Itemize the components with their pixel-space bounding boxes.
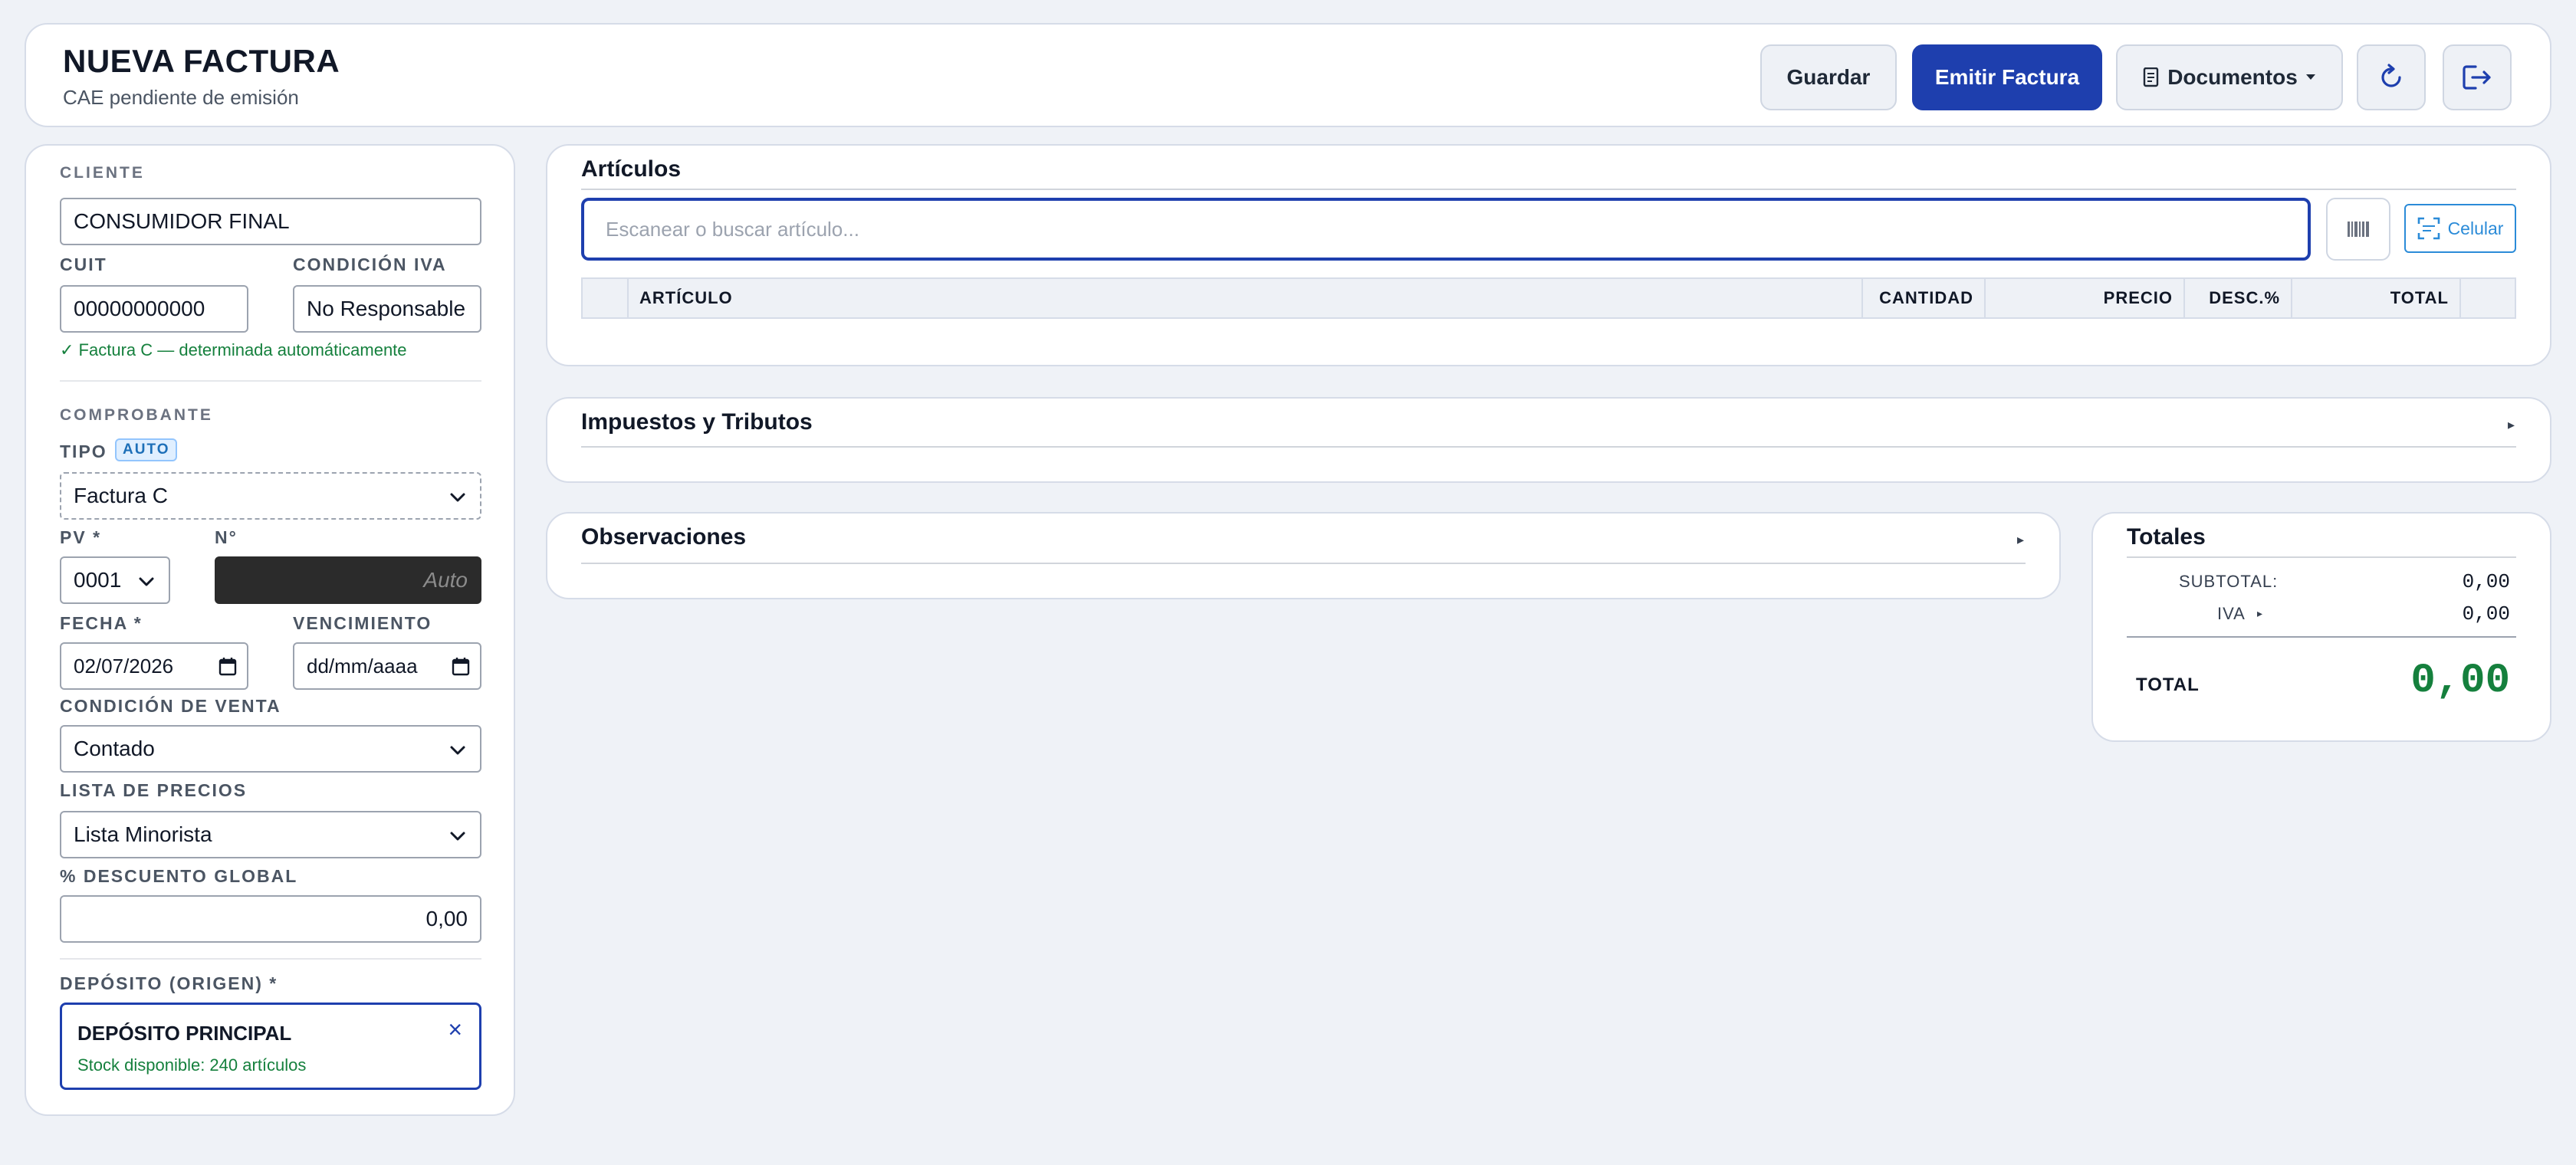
divider [581,189,2516,190]
articles-title: Artículos [581,156,682,182]
auto-invoice-type-message: ✓ Factura C — determinada automáticament… [60,340,407,359]
price-list-value: Lista Minorista [74,822,212,846]
invoice-type-value: Factura C [74,484,168,507]
deposit-stock: Stock disponible: 240 artículos [77,1055,307,1075]
due-date-label: VENCIMIENTO [293,613,432,633]
iva-condition-field[interactable]: No Responsable [293,285,481,333]
emit-invoice-button[interactable]: Emitir Factura [1912,44,2102,110]
column-header-quantity[interactable]: CANTIDAD [1863,279,1986,317]
number-label: N° [215,527,238,547]
calendar-icon[interactable] [451,656,471,678]
page-subtitle: CAE pendiente de emisión [63,86,299,109]
notes-section[interactable]: Observaciones ▸ [546,512,2061,599]
article-search-input[interactable]: Escanear o buscar artículo... [581,198,2311,261]
price-list-select[interactable]: Lista Minorista [60,811,481,858]
calendar-icon[interactable] [218,656,238,678]
divider [2127,636,2516,638]
due-date-input[interactable]: dd/mm/aaaa [293,642,481,690]
logout-icon [2463,65,2491,90]
pv-value: 0001 [74,568,122,592]
taxes-title: Impuestos y Tributos [581,409,813,435]
chevron-down-icon [450,493,465,502]
type-label: TIPO [60,441,107,461]
auto-badge: AUTO [115,438,178,461]
iva-value: 0,00 [2462,602,2510,625]
voucher-section-label: COMPROBANTE [60,406,213,424]
total-label: TOTAL [2136,674,2200,695]
column-header-total[interactable]: TOTAL [2292,279,2461,317]
price-list-label: LISTA DE PRECIOS [60,780,248,800]
sale-condition-value: Contado [74,737,155,760]
totals-section: Totales SUBTOTAL: 0,00 IVA ▸ 0,00 TOTAL … [2091,512,2551,742]
client-section-label: CLIENTE [60,164,145,182]
documents-label: Documentos [2167,65,2298,89]
barcode-scan-button[interactable] [2326,198,2390,261]
chevron-down-icon [139,577,154,586]
deposit-card[interactable]: DEPÓSITO PRINCIPAL Stock disponible: 240… [60,1003,481,1090]
cuit-label: CUIT [60,254,107,274]
document-icon [2144,67,2159,87]
subtotal-label: SUBTOTAL: [2179,572,2279,591]
chevron-down-icon [450,746,465,755]
divider [581,446,2516,448]
header-bar: NUEVA FACTURA CAE pendiente de emisión G… [25,23,2551,127]
date-value: 02/07/2026 [74,654,174,678]
global-discount-input[interactable]: 0,00 [60,895,481,943]
iva-label: IVA [2217,604,2246,623]
subtotal-value: 0,00 [2462,570,2510,593]
invoice-number-field: Auto [215,556,481,604]
refresh-button[interactable] [2357,44,2426,110]
client-name-field[interactable]: CONSUMIDOR FINAL [60,198,481,245]
divider [2127,556,2516,558]
iva-expand-icon[interactable]: ▸ [2257,607,2262,620]
chevron-down-icon [450,832,465,841]
global-discount-label: % DESCUENTO GLOBAL [60,866,298,886]
barcode-icon [2348,222,2369,237]
column-header-article[interactable]: ARTÍCULO [629,279,1863,317]
invoice-type-select[interactable]: Factura C [60,472,481,520]
pv-label: PV * [60,527,102,547]
column-header-price[interactable]: PRECIO [1986,279,2185,317]
expand-triangle-icon[interactable]: ▸ [2017,532,2024,548]
phone-scan-button[interactable]: Celular [2404,204,2516,253]
column-header-handle [583,279,629,317]
due-date-placeholder: dd/mm/aaaa [307,654,418,678]
save-button[interactable]: Guardar [1760,44,1897,110]
refresh-icon [2381,64,2401,87]
notes-title: Observaciones [581,524,747,550]
deposit-label: DEPÓSITO (ORIGEN) * [60,973,278,993]
divider [60,380,481,382]
total-value: 0,00 [2410,658,2510,704]
iva-condition-label: CONDICIÓN IVA [293,254,447,274]
column-header-discount[interactable]: DESC.% [2185,279,2292,317]
divider [581,563,2026,564]
phone-scan-label: Celular [2447,218,2504,238]
deposit-name: DEPÓSITO PRINCIPAL [77,1022,292,1045]
cuit-field[interactable]: 00000000000 [60,285,248,333]
pv-select[interactable]: 0001 [60,556,170,604]
caret-down-icon [2305,74,2315,80]
documents-dropdown-button[interactable]: Documentos [2116,44,2343,110]
column-header-actions [2461,279,2515,317]
articles-table-header: ARTÍCULO CANTIDAD PRECIO DESC.% TOTAL [581,277,2516,319]
page-title: NUEVA FACTURA [63,43,340,79]
date-input[interactable]: 02/07/2026 [60,642,248,690]
expand-triangle-icon[interactable]: ▸ [2508,417,2515,433]
date-label: FECHA * [60,613,143,633]
totals-title: Totales [2127,524,2206,550]
remove-deposit-icon[interactable]: × [448,1016,462,1044]
divider [60,958,481,960]
scan-frame-icon [2417,217,2440,240]
taxes-section[interactable]: Impuestos y Tributos ▸ [546,397,2551,483]
sale-condition-label: CONDICIÓN DE VENTA [60,696,281,716]
logout-button[interactable] [2443,44,2512,110]
sale-condition-select[interactable]: Contado [60,725,481,773]
articles-section: Artículos Escanear o buscar artículo... … [546,144,2551,366]
invoice-form-panel: CLIENTE CONSUMIDOR FINAL CUIT 0000000000… [25,144,515,1116]
